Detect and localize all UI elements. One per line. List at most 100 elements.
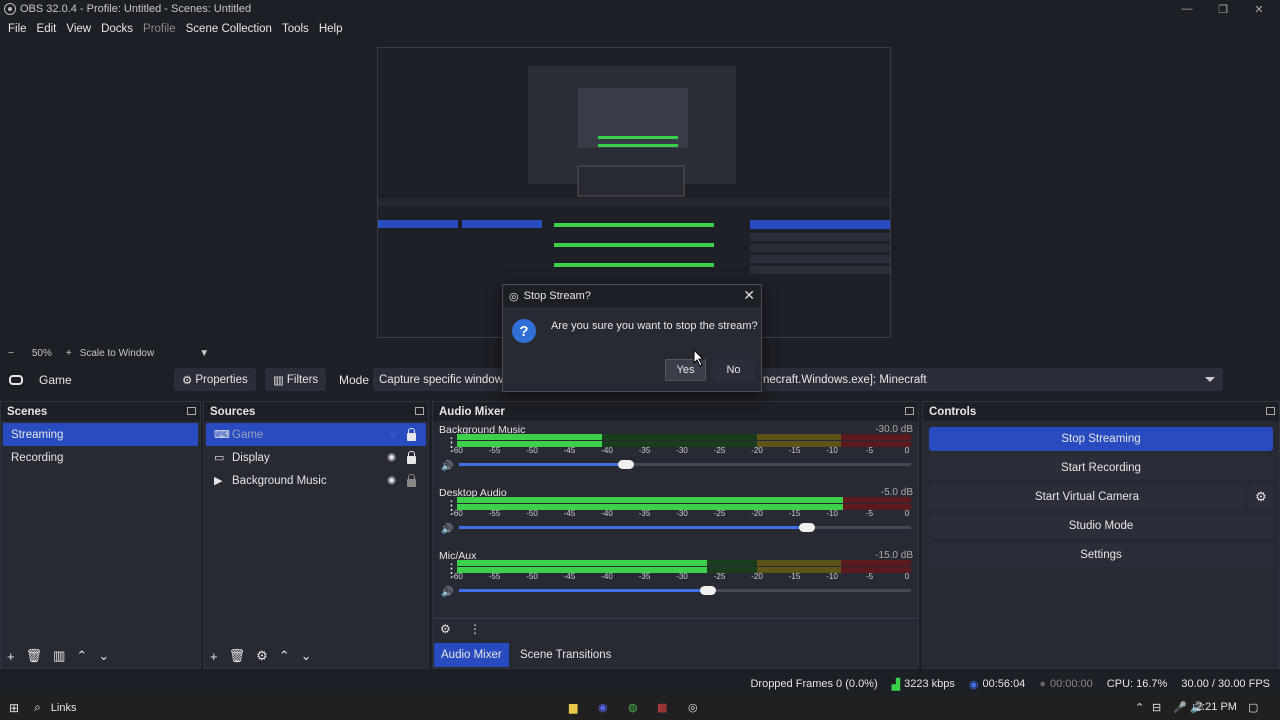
mode-value: Capture specific window [379,373,504,386]
scale-tick: 0 [904,509,910,518]
chevron-up-icon[interactable]: ⌃ [76,648,87,664]
stream-time: 00:56:04 [982,678,1026,690]
maximize-icon[interactable]: ❐ [1205,0,1241,18]
studio-mode-button[interactable]: Studio Mode [929,514,1273,538]
scenes-dock: Scenes Streaming Recording + 🗑 ▥ ⌃ ⌄ [0,401,201,669]
scale-tick: -20 [751,446,763,455]
notifications-icon[interactable]: ▢ [1248,701,1258,714]
mixer-channel: Mic/Aux -15.0 dB ⋮ ⋮ -60 -55 -50 -45 -40 -35 -30 -2… [439,550,913,610]
filter-icon[interactable]: ▥ [53,648,65,664]
search-icon[interactable]: ⌕ [34,700,41,715]
menu-scene-collection[interactable]: Scene Collection [181,23,277,35]
dialog-message: Are you sure you want to stop the stream… [551,320,758,332]
stream-icon: ◉ [968,678,979,691]
menu-docks[interactable]: Docks [96,23,138,35]
scene-item-streaming[interactable]: Streaming [3,423,198,446]
eye-hidden-icon[interactable]: ◌ [390,429,396,440]
microphone-icon[interactable]: 🎤 [1173,701,1187,714]
gamepad-icon [9,375,23,385]
menu-profile[interactable]: Profile [138,23,181,35]
chrome-icon[interactable]: ◍ [628,701,638,714]
scale-tick: -35 [638,572,651,581]
chevron-down-icon[interactable]: ▼ [199,348,209,359]
volume-slider[interactable] [459,586,911,595]
chevron-up-icon[interactable]: ⌃ [279,648,290,664]
scene-item-recording[interactable]: Recording [3,446,198,469]
lock-open-icon[interactable] [407,474,416,487]
zoom-in-button[interactable]: + [66,348,72,359]
no-button[interactable]: No [713,359,754,381]
properties-button[interactable]: ⚙ Properties [174,368,256,391]
virtual-camera-settings-icon[interactable]: ⚙ [1249,485,1273,509]
volume-slider-handle[interactable] [799,523,816,532]
add-icon[interactable]: + [210,649,218,664]
filters-button[interactable]: ▥ Filters [265,368,327,391]
speaker-icon[interactable]: 🔊 [441,461,453,472]
menu-help[interactable]: Help [314,23,348,35]
undock-icon[interactable] [415,407,424,415]
clock[interactable]: 2:21 PM [1196,701,1237,713]
mixer-menu-icon[interactable]: ⋮ [469,622,481,636]
windows-start-icon[interactable]: ⊞ [9,701,19,715]
undock-icon[interactable] [1266,407,1275,415]
add-icon[interactable]: + [7,649,15,664]
discord-icon[interactable]: ◉ [598,701,608,714]
menu-view[interactable]: View [61,23,96,35]
undock-icon[interactable] [187,407,196,415]
undock-icon[interactable] [905,407,914,415]
eye-icon[interactable]: ◉ [387,475,396,486]
scale-tick: -20 [751,572,763,581]
network-icon[interactable]: ⊟ [1152,701,1161,714]
tab-scene-transitions[interactable]: Scene Transitions [513,643,618,667]
mode-select[interactable]: Capture specific window necraft.Windows.… [373,368,1223,391]
lock-icon[interactable] [407,428,416,441]
minecraft-icon[interactable]: ▩ [657,701,667,714]
lock-icon[interactable] [407,451,416,464]
menu-tools[interactable]: Tools [277,23,314,35]
source-item-background-music[interactable]: ▶ Background Music ◉ [206,469,426,492]
menu-file[interactable]: File [3,23,32,35]
minimize-icon[interactable]: — [1169,0,1205,18]
zoom-out-button[interactable]: − [8,348,14,359]
close-icon[interactable]: ✕ [743,287,755,304]
scale-tick: -55 [488,509,501,518]
scale-tick: -60 [451,446,463,455]
scale-mode[interactable]: Scale to Window [80,348,154,359]
source-item-display[interactable]: ▭ Display ◉ [206,446,426,469]
speaker-icon[interactable]: 🔊 [441,587,453,598]
start-recording-button[interactable]: Start Recording [929,456,1273,480]
volume-slider[interactable] [459,460,911,469]
speaker-icon[interactable]: 🔊 [441,524,453,535]
volume-slider[interactable] [459,523,911,532]
cpu-usage: CPU: 16.7% [1106,678,1168,690]
scene-label: Recording [11,451,64,464]
volume-slider-handle[interactable] [699,586,716,595]
obs-taskbar-icon[interactable]: ◎ [688,701,698,714]
start-virtual-camera-button[interactable]: Start Virtual Camera [929,485,1245,509]
advanced-audio-icon[interactable]: ⚙ [440,622,451,636]
trash-icon[interactable]: 🗑 [229,648,246,664]
tab-audio-mixer[interactable]: Audio Mixer [434,643,509,667]
stop-streaming-button[interactable]: Stop Streaming [929,427,1273,451]
menu-edit[interactable]: Edit [32,23,62,35]
dialog-title: Stop Stream? [523,290,591,302]
mixer-channel: Background Music -30.0 dB ⋮ ⋮ -60 -55 -50 -45 -4… [439,424,913,484]
gear-icon[interactable]: ⚙ [256,648,268,664]
volume-slider-handle[interactable] [618,460,635,469]
chevron-down-icon[interactable]: ⌄ [301,648,312,664]
trash-icon[interactable]: 🗑 [26,648,43,664]
links-toolbar[interactable]: Links [51,702,77,714]
close-icon[interactable]: ✕ [1241,0,1277,18]
scale-tick: -55 [488,572,501,581]
eye-icon[interactable]: ◉ [387,452,396,463]
scale-tick: -50 [526,446,538,455]
file-explorer-icon[interactable]: ▆ [569,701,577,714]
scenes-header: Scenes [1,402,200,421]
filters-label: Filters [286,373,319,386]
chevron-down-icon[interactable]: ⌄ [98,648,109,664]
chevron-up-icon[interactable]: ⌃ [1135,701,1144,714]
source-item-game[interactable]: ⌨ Game ◌ [206,423,426,446]
gamepad-icon: ⌨ [214,429,230,441]
meter-scale: -60 -55 -50 -45 -40 -35 -30 -25 -20 -15 -10 -5 0 [451,509,911,519]
settings-button[interactable]: Settings [929,543,1273,567]
